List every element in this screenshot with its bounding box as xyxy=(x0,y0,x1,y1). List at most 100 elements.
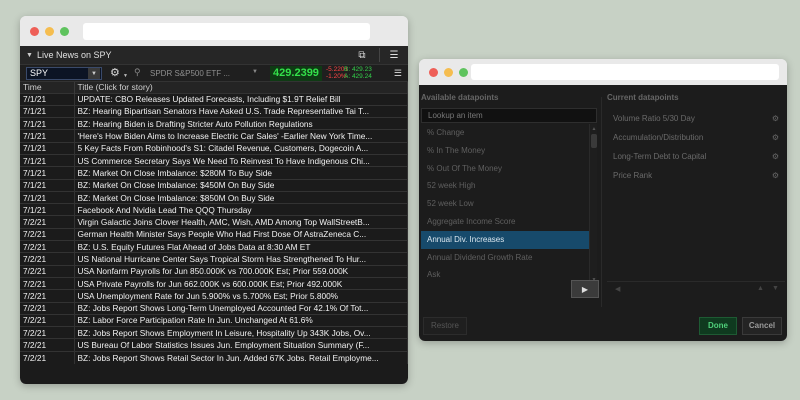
restore-button[interactable]: Restore xyxy=(423,317,467,335)
close-window-button[interactable] xyxy=(30,27,39,36)
news-title[interactable]: US National Hurricane Center Says Tropic… xyxy=(74,252,408,266)
news-title[interactable]: 5 Key Facts From Robinhood's S1: Citadel… xyxy=(74,141,408,155)
move-left-icon[interactable]: ◀ xyxy=(615,285,620,293)
news-time: 7/1/21 xyxy=(20,153,75,167)
address-bar[interactable] xyxy=(471,64,779,80)
news-title[interactable]: BZ: Hearing Biden is Drafting Stricter A… xyxy=(74,117,408,130)
available-datapoint-item[interactable]: % In The Money xyxy=(421,142,589,160)
column-header-time[interactable]: Time xyxy=(20,82,75,93)
gear-dropdown-icon[interactable]: ▼ xyxy=(123,73,128,79)
news-row[interactable]: 7/2/21 USA Private Payrolls for Jun 662.0… xyxy=(20,276,408,290)
instrument-dropdown-icon[interactable]: ▼ xyxy=(252,69,258,75)
move-down-icon[interactable]: ▼ xyxy=(772,285,779,292)
available-datapoint-item[interactable]: % Out Of The Money xyxy=(421,160,589,178)
available-datapoint-item[interactable]: Ask xyxy=(421,266,589,284)
scroll-thumb[interactable] xyxy=(591,134,597,148)
news-title[interactable]: 'Here's How Biden Aims to Increase Elect… xyxy=(74,129,408,143)
news-title[interactable]: USA Private Payrolls for Jun 662.000K vs… xyxy=(74,276,408,290)
news-title[interactable]: USA Unemployment Rate for Jun 5.900% vs … xyxy=(74,289,408,303)
available-datapoint-item[interactable]: Annual Div. Increases xyxy=(421,230,589,249)
news-title[interactable]: US Bureau Of Labor Statistics Issues Jun… xyxy=(74,338,408,352)
minimize-window-button[interactable] xyxy=(444,68,453,77)
current-datapoint-item[interactable]: Accumulation/Distribution ⚙ xyxy=(607,128,785,147)
link-icon[interactable]: ⚲ xyxy=(134,67,141,78)
current-datapoint-item[interactable]: Price Rank ⚙ xyxy=(607,166,785,185)
news-row[interactable]: 7/1/21 UPDATE: CBO Releases Updated Forec… xyxy=(20,92,408,106)
news-row[interactable]: 7/2/21 BZ: Jobs Report Shows Retail Secto… xyxy=(20,350,408,364)
available-scrollbar[interactable]: ▲ ▼ xyxy=(589,124,597,285)
news-title[interactable]: BZ: Market On Close Imbalance: $850M On … xyxy=(74,190,408,204)
news-row[interactable]: 7/2/21 US Bureau Of Labor Statistics Issu… xyxy=(20,338,408,352)
done-button[interactable]: Done xyxy=(699,317,737,335)
news-row[interactable]: 7/2/21 USA Nonfarm Payrolls for Jun 850.0… xyxy=(20,264,408,278)
available-datapoint-item[interactable]: 52 week High xyxy=(421,177,589,195)
cancel-button[interactable]: Cancel xyxy=(742,317,782,335)
tag-icon[interactable]: ⧉ xyxy=(354,47,370,63)
news-title[interactable]: BZ: Jobs Report Shows Retail Sector In J… xyxy=(74,350,408,364)
news-row[interactable]: 7/1/21 BZ: Market On Close Imbalance: $85… xyxy=(20,190,408,204)
scroll-up-icon[interactable]: ▲ xyxy=(590,126,598,132)
collapse-chevron-icon[interactable]: ▼ xyxy=(26,52,33,59)
news-title[interactable]: BZ: Hearing Bipartisan Senators Have Ask… xyxy=(74,104,408,118)
gear-icon[interactable]: ⚙ xyxy=(772,128,779,147)
news-title[interactable]: BZ: Jobs Report Shows Employment In Leis… xyxy=(74,326,408,339)
minimize-window-button[interactable] xyxy=(45,27,54,36)
news-title[interactable]: BZ: Market On Close Imbalance: $280M To … xyxy=(74,166,408,180)
news-row[interactable]: 7/2/21 BZ: Labor Force Participation Rate… xyxy=(20,313,408,327)
news-row[interactable]: 7/2/21 Virgin Galactic Joins Clover Healt… xyxy=(20,215,408,229)
news-row[interactable]: 7/2/21 US National Hurricane Center Says … xyxy=(20,252,408,266)
news-row[interactable]: 7/1/21 5 Key Facts From Robinhood's S1: C… xyxy=(20,141,408,155)
news-title[interactable]: Virgin Galactic Joins Clover Health, AMC… xyxy=(74,215,408,229)
news-time: 7/1/21 xyxy=(20,117,75,130)
gear-icon[interactable]: ⚙ xyxy=(110,66,120,79)
news-row[interactable]: 7/1/21 Facebook And Nvidia Lead The QQQ T… xyxy=(20,203,408,216)
quote-menu-icon[interactable]: ☰ xyxy=(394,68,402,79)
news-title[interactable]: German Health Minister Says People Who H… xyxy=(74,227,408,241)
news-row[interactable]: 7/1/21 'Here's How Biden Aims to Increase… xyxy=(20,129,408,143)
news-row[interactable]: 7/2/21 BZ: Jobs Report Shows Employment I… xyxy=(20,326,408,339)
news-rows: 7/1/21 UPDATE: CBO Releases Updated Forec… xyxy=(20,92,408,364)
news-title[interactable]: US Commerce Secretary Says We Need To Re… xyxy=(74,153,408,167)
gear-icon[interactable]: ⚙ xyxy=(772,147,779,166)
available-datapoint-item[interactable]: % Change xyxy=(421,124,589,142)
news-title[interactable]: UPDATE: CBO Releases Updated Forecasts, … xyxy=(74,92,408,106)
news-row[interactable]: 7/1/21 BZ: Market On Close Imbalance: $28… xyxy=(20,166,408,180)
news-row[interactable]: 7/2/21 BZ: Jobs Report Shows Long-Term Un… xyxy=(20,301,408,315)
symbol-dropdown-icon[interactable]: ▼ xyxy=(88,68,100,79)
move-up-icon[interactable]: ▲ xyxy=(757,285,764,292)
news-row[interactable]: 7/1/21 BZ: Hearing Biden is Drafting Stri… xyxy=(20,117,408,130)
news-row[interactable]: 7/2/21 German Health Minister Says People… xyxy=(20,227,408,241)
address-bar[interactable] xyxy=(83,23,370,40)
add-datapoint-button[interactable]: ▶ xyxy=(571,280,599,298)
news-title[interactable]: BZ: U.S. Equity Futures Flat Ahead of Jo… xyxy=(74,240,408,253)
menu-icon[interactable]: ☰ xyxy=(386,47,402,63)
column-header-title[interactable]: Title (Click for story) xyxy=(74,82,408,93)
available-datapoint-item[interactable]: Aggregate Income Score xyxy=(421,213,589,231)
available-datapoint-item[interactable]: 52 week Low xyxy=(421,195,589,213)
current-datapoint-label: Long-Term Debt to Capital xyxy=(613,152,707,161)
news-time: 7/2/21 xyxy=(20,313,75,327)
news-row[interactable]: 7/2/21 BZ: U.S. Equity Futures Flat Ahead… xyxy=(20,240,408,253)
zoom-window-button[interactable] xyxy=(459,68,468,77)
available-datapoint-item[interactable]: Annual Dividend Growth Rate xyxy=(421,249,589,267)
news-row[interactable]: 7/1/21 BZ: Market On Close Imbalance: $45… xyxy=(20,178,408,192)
news-title[interactable]: BZ: Market On Close Imbalance: $450M On … xyxy=(74,178,408,192)
close-window-button[interactable] xyxy=(429,68,438,77)
news-time: 7/2/21 xyxy=(20,289,75,303)
current-datapoint-item[interactable]: Long-Term Debt to Capital ⚙ xyxy=(607,147,785,166)
news-title[interactable]: USA Nonfarm Payrolls for Jun 850.000K vs… xyxy=(74,264,408,278)
news-row[interactable]: 7/1/21 BZ: Hearing Bipartisan Senators Ha… xyxy=(20,104,408,118)
current-datapoint-item[interactable]: Volume Ratio 5/30 Day ⚙ xyxy=(607,109,785,128)
news-title[interactable]: BZ: Jobs Report Shows Long-Term Unemploy… xyxy=(74,301,408,315)
news-title[interactable]: Facebook And Nvidia Lead The QQQ Thursda… xyxy=(74,203,408,216)
datapoints-panel: Available datapoints Current datapoints … xyxy=(419,85,787,341)
gear-icon[interactable]: ⚙ xyxy=(772,109,779,128)
news-time: 7/1/21 xyxy=(20,178,75,192)
zoom-window-button[interactable] xyxy=(60,27,69,36)
news-title[interactable]: BZ: Labor Force Participation Rate In Ju… xyxy=(74,313,408,327)
gear-icon[interactable]: ⚙ xyxy=(772,166,779,185)
lookup-input[interactable]: Lookup an item xyxy=(421,108,597,123)
news-row[interactable]: 7/2/21 USA Unemployment Rate for Jun 5.90… xyxy=(20,289,408,303)
current-list-controls: ◀ ▲ ▼ xyxy=(607,281,785,297)
news-row[interactable]: 7/1/21 US Commerce Secretary Says We Need… xyxy=(20,153,408,167)
